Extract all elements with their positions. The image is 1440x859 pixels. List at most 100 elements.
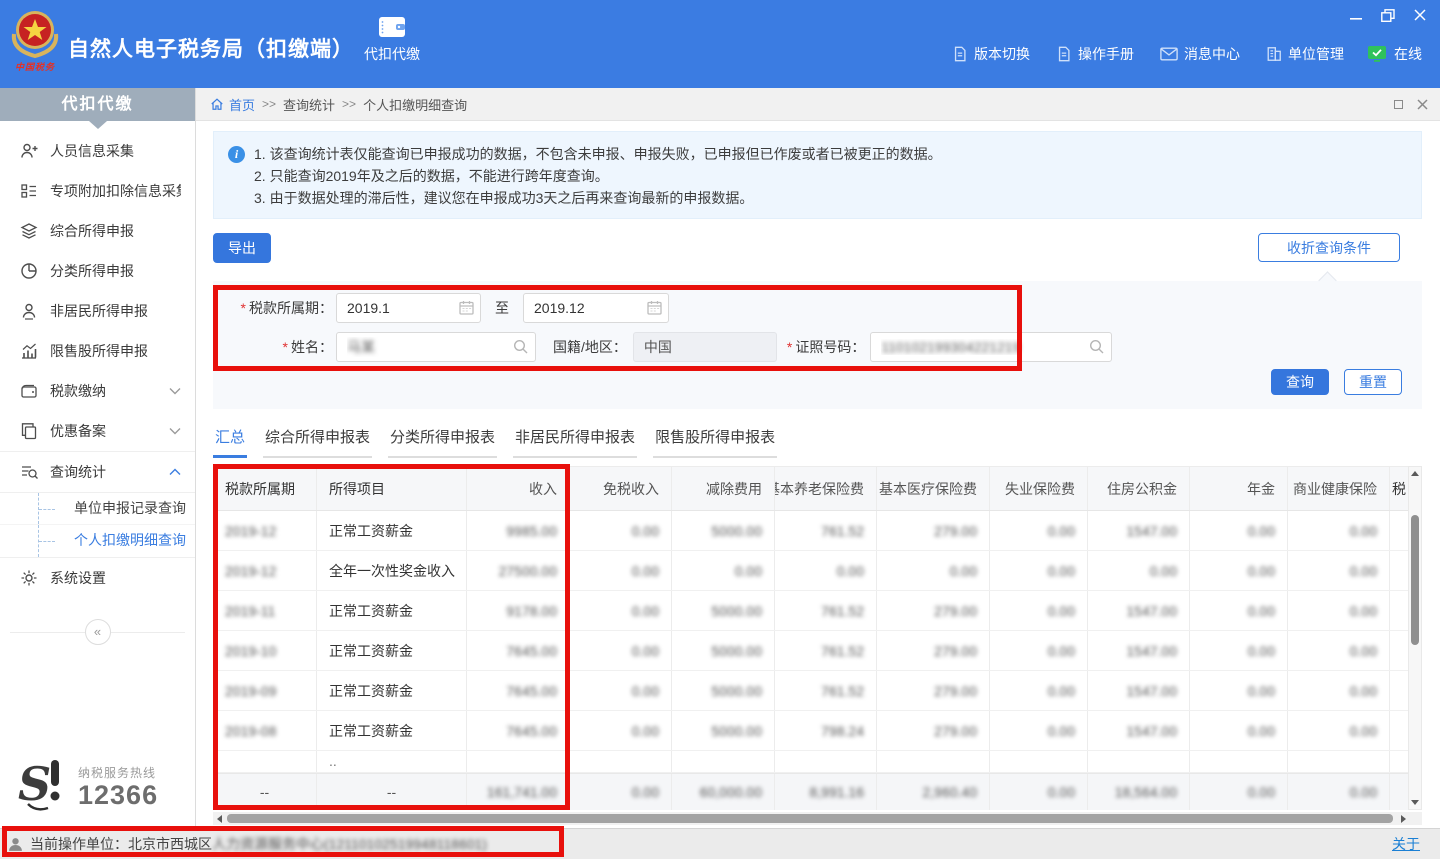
cell-amount: 0.00 <box>990 711 1088 750</box>
maximize-icon <box>1394 100 1403 109</box>
cell-amount: 9985.00 <box>467 511 570 550</box>
sidebar-item-classified-income[interactable]: 分类所得申报 <box>0 251 195 291</box>
cell-amount: 161,741.00 <box>467 774 570 810</box>
cell-amount: 0.00 <box>1288 551 1390 590</box>
menu-unit-management[interactable]: 单位管理 <box>1266 44 1344 64</box>
tab-summary[interactable]: 汇总 <box>213 426 247 458</box>
document-icon <box>952 46 968 62</box>
column-header: 住房公积金 <box>1088 467 1190 510</box>
table-row[interactable]: 2019-12全年一次性奖金收入27500.000.000.000.000.00… <box>213 551 1408 591</box>
current-unit-redacted: 人力资源服务中心(12110102519948118601) <box>212 836 487 852</box>
cell-amount: 18,564.00 <box>1088 774 1190 810</box>
to-label: 至 <box>495 298 509 318</box>
menu-message-center[interactable]: 消息中心 <box>1160 44 1240 64</box>
reset-button[interactable]: 重置 <box>1344 369 1402 395</box>
cell-income-item: 全年一次性奖金收入 <box>317 551 467 590</box>
scroll-left-arrow[interactable] <box>213 812 226 825</box>
column-header: 年金 <box>1190 467 1288 510</box>
cell-clipped <box>1390 511 1408 550</box>
sidebar-subitem-unit-declaration-query[interactable]: 单位申报记录查询 <box>0 493 195 525</box>
query-button[interactable]: 查询 <box>1271 369 1329 395</box>
table-row[interactable]: 2019-12正常工资薪金9985.000.005000.00761.52279… <box>213 511 1408 551</box>
scroll-right-arrow[interactable] <box>1397 812 1410 825</box>
horizontal-scroll-thumb[interactable] <box>227 814 1393 823</box>
vertical-scroll-thumb[interactable] <box>1411 515 1419 645</box>
withholding-tab[interactable]: 代扣代缴 <box>348 14 436 64</box>
sidebar-item-comprehensive-income[interactable]: 综合所得申报 <box>0 211 195 251</box>
sidebar-subitem-personal-withholding-query[interactable]: 个人扣缴明细查询 <box>0 525 195 557</box>
cell-period: 2019-11 <box>213 591 317 630</box>
cell-income-item: -- <box>317 774 467 810</box>
panel-close-button[interactable] <box>1417 99 1428 110</box>
sidebar-item-restricted-shares[interactable]: 限售股所得申报 <box>0 331 195 371</box>
toolbar: 导出 收折查询条件 <box>213 233 1422 263</box>
calendar-icon[interactable] <box>647 300 662 315</box>
calendar-icon[interactable] <box>459 300 474 315</box>
cell-amount: 0.00 <box>990 631 1088 670</box>
home-icon <box>210 97 224 111</box>
table-row[interactable]: 2019-10正常工资薪金7645.000.005000.00761.52279… <box>213 631 1408 671</box>
table-row[interactable]: 2019-11正常工资薪金9178.000.005000.00761.52279… <box>213 591 1408 631</box>
online-label: 在线 <box>1394 44 1422 64</box>
cell-amount: 27500.00 <box>467 551 570 590</box>
person-add-icon <box>20 142 38 160</box>
tab-classified-return[interactable]: 分类所得申报表 <box>388 426 497 458</box>
cell-amount: 0.00 <box>1288 711 1390 750</box>
scroll-up-arrow[interactable] <box>1409 467 1421 480</box>
column-header: 减除费用 <box>672 467 775 510</box>
menu-manual[interactable]: 操作手册 <box>1056 44 1134 64</box>
status-bar: 当前操作单位：北京市西城区人力资源服务中心(121101025199481186… <box>0 828 1440 859</box>
table-row[interactable]: 2019-08正常工资薪金7645.000.005000.00798.24279… <box>213 711 1408 751</box>
online-status[interactable]: 在线 <box>1367 44 1422 64</box>
minimize-button[interactable] <box>1348 7 1364 23</box>
cell-amount: 0.00 <box>570 591 672 630</box>
table-summary-row[interactable]: ----161,741.000.0060,000.008,991.162,960… <box>213 773 1408 810</box>
sidebar-item-preferential-filing[interactable]: 优惠备案 <box>0 411 195 451</box>
tab-nonresident-return[interactable]: 非居民所得申报表 <box>513 426 637 458</box>
search-icon[interactable] <box>513 339 529 355</box>
menu-label: 版本切换 <box>974 44 1030 64</box>
sidebar-item-query-statistics[interactable]: 查询统计 <box>0 452 195 492</box>
table-header-row: 税款所属期所得项目收入免税收入减除费用基本养老保险费基本医疗保险费失业保险费住房… <box>213 467 1408 511</box>
column-header: 商业健康保险 <box>1288 467 1390 510</box>
cell-amount <box>1288 751 1390 772</box>
menu-version-switch[interactable]: 版本切换 <box>952 44 1030 64</box>
tab-comprehensive-return[interactable]: 综合所得申报表 <box>263 426 372 458</box>
sidebar-item-tax-payment[interactable]: 税款缴纳 <box>0 371 195 411</box>
pie-chart-icon <box>20 262 38 280</box>
id-label: *证照号码： <box>787 337 865 357</box>
document-icon <box>1056 46 1072 62</box>
id-number-input[interactable] <box>870 332 1112 362</box>
sidebar-item-personnel-info[interactable]: 人员信息采集 <box>0 131 195 171</box>
cell-clipped <box>1390 631 1408 670</box>
table-row[interactable]: 2019-09正常工资薪金7645.000.005000.00761.52279… <box>213 671 1408 711</box>
name-input[interactable] <box>336 332 536 362</box>
about-link[interactable]: 关于 <box>1392 834 1420 854</box>
close-button[interactable] <box>1412 7 1428 23</box>
tab-restricted-shares-return[interactable]: 限售股所得申报表 <box>653 426 777 458</box>
nationality-field <box>633 332 777 362</box>
cell-amount <box>775 751 877 772</box>
sidebar-item-nonresident-income[interactable]: 非居民所得申报 <box>0 291 195 331</box>
restore-button[interactable] <box>1380 7 1396 23</box>
sidebar-item-special-deduction[interactable]: 专项附加扣除信息采集 <box>0 171 195 211</box>
breadcrumb-home[interactable]: 首页 <box>210 95 255 114</box>
panel-maximize-button[interactable] <box>1394 100 1403 109</box>
cell-period: -- <box>213 774 317 810</box>
horizontal-scrollbar[interactable] <box>213 812 1422 825</box>
vertical-scrollbar[interactable] <box>1408 466 1422 810</box>
table-row-partial[interactable]: .. <box>213 751 1408 773</box>
notice-line: 1. 该查询统计表仅能查询已申报成功的数据，不包含未申报、申报失败，已申报但已作… <box>254 143 1407 165</box>
sidebar-item-system-settings[interactable]: 系统设置 <box>0 558 195 598</box>
cell-amount: 761.52 <box>775 591 877 630</box>
sidebar-collapse-button[interactable]: « <box>85 619 111 645</box>
cell-amount: 0.00 <box>1190 774 1288 810</box>
scroll-down-arrow[interactable] <box>1409 796 1421 809</box>
collapse-query-button[interactable]: 收折查询条件 <box>1258 233 1400 262</box>
export-button[interactable]: 导出 <box>213 233 271 263</box>
filter-panel: *税款所属期： 至 <box>213 281 1422 409</box>
cell-amount: 0.00 <box>570 631 672 670</box>
search-icon[interactable] <box>1089 339 1105 355</box>
breadcrumb-level1[interactable]: 查询统计 <box>283 95 335 114</box>
triangle-down-icon <box>1411 800 1419 805</box>
